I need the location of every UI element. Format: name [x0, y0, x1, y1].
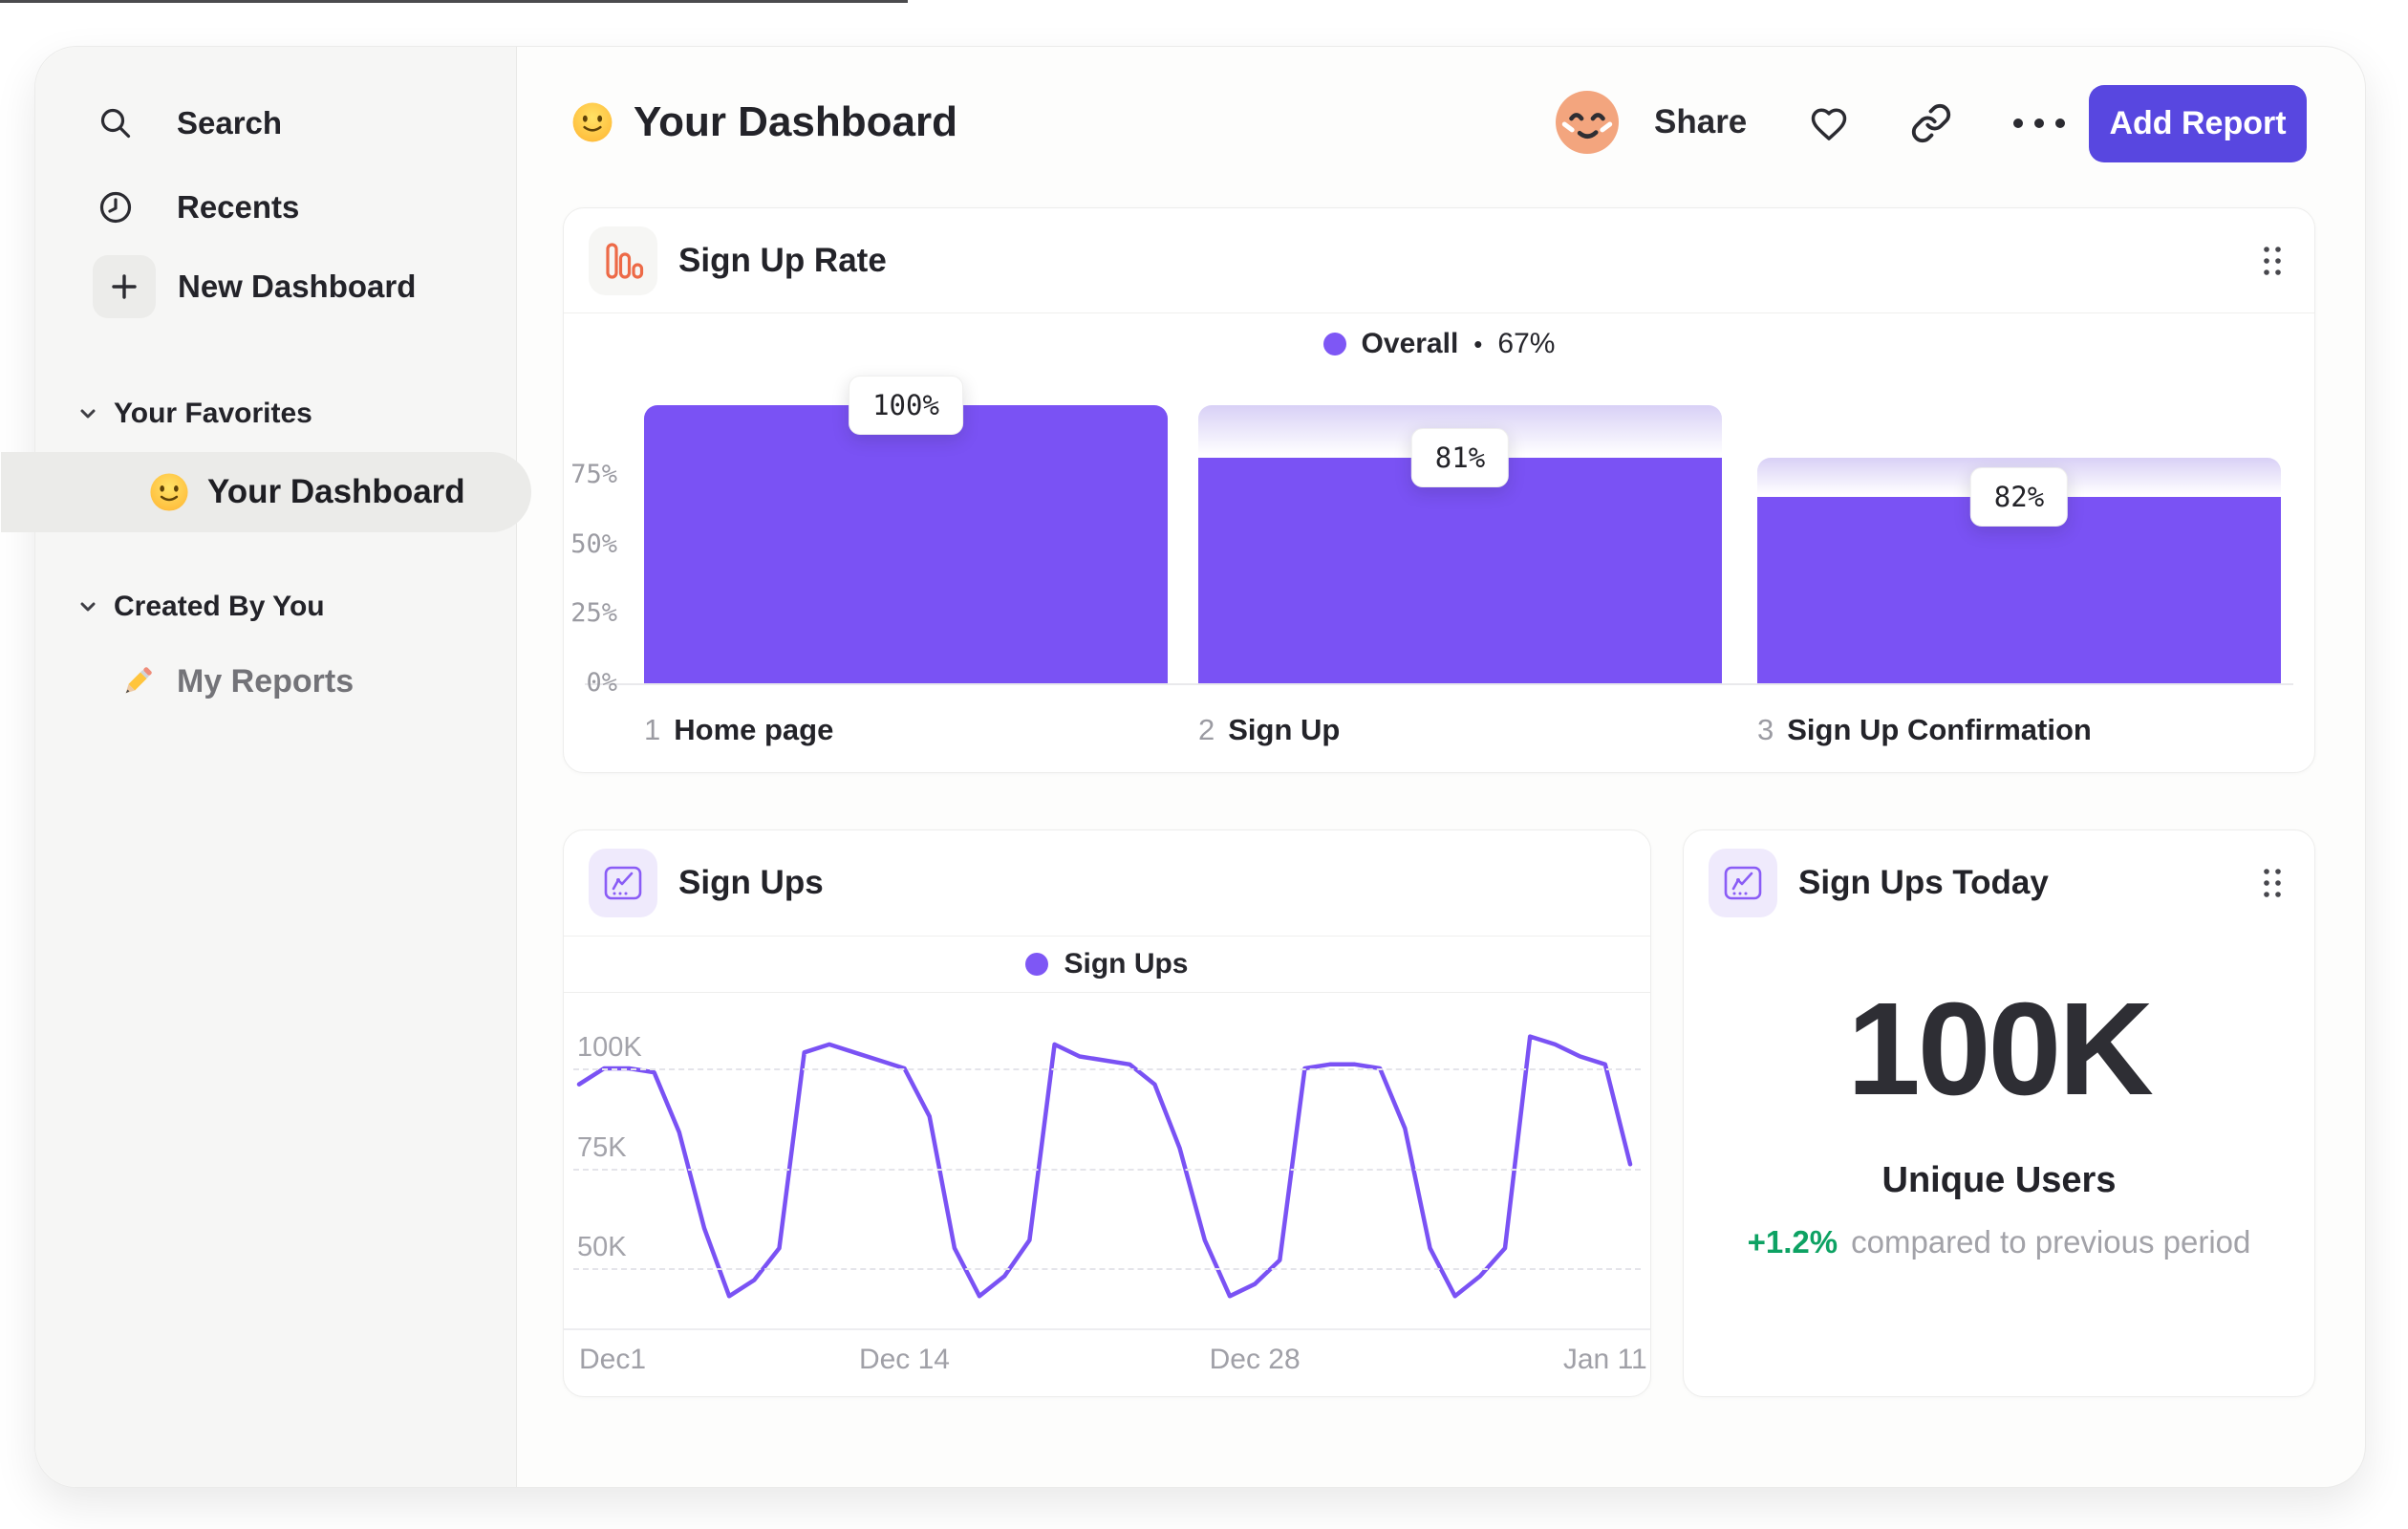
funnel-value-tooltip: 100% [849, 376, 963, 435]
sidebar-item-your-dashboard[interactable]: Your Dashboard [1, 452, 531, 532]
sidebar-item-label: My Reports [177, 662, 355, 700]
sidebar: Search Recents New Dashboard Your Favori… [1, 47, 531, 1487]
line-x-tick-label: Dec 14 [858, 1344, 950, 1375]
funnel-bar[interactable] [644, 405, 1168, 683]
funnel-x-label: 1 Home page [644, 713, 833, 747]
line-y-tick-label: 50K [577, 1232, 627, 1262]
drag-handle-icon[interactable] [2259, 865, 2286, 901]
more-options-icon[interactable] [2008, 108, 2071, 139]
card-header: Sign Ups Today [1684, 830, 2314, 936]
delta-value: +1.2% [1747, 1224, 1838, 1260]
pencil-icon [118, 661, 158, 701]
funnel-y-tick-label: 25% [570, 598, 617, 629]
sidebar-item-label: Your Dashboard [207, 473, 465, 510]
sign-ups-card: Sign Ups Sign Ups 100K 75K 50K Dec1 Dec 14 De… [563, 829, 1651, 1397]
add-report-button[interactable]: Add Report [2089, 85, 2307, 162]
line-x-tick-label: Dec1 [579, 1344, 647, 1375]
avatar[interactable] [1556, 91, 1619, 154]
line-x-tick-label: Jan 11 [1562, 1344, 1647, 1375]
funnel-y-tick-label: 0% [586, 668, 617, 698]
sidebar-section-created-by-you[interactable]: Created By You [79, 586, 325, 628]
line-chart-plot: 100K 75K 50K Dec1 Dec 14 Dec 28 Jan 11 [564, 830, 1650, 1396]
sidebar-item-label: New Dashboard [178, 269, 417, 304]
sidebar-section-your-favorites[interactable]: Your Favorites [79, 393, 312, 435]
funnel-step-number: 1 [644, 713, 661, 746]
sidebar-item-label: Recents [177, 189, 300, 225]
sidebar-section-label: Your Favorites [114, 398, 312, 429]
line-gridline [573, 1168, 1641, 1171]
funnel-step-number: 3 [1757, 713, 1774, 746]
card-title: Sign Ups Today [1798, 864, 2049, 901]
clock-icon [97, 188, 135, 226]
funnel-y-tick-label: 75% [570, 459, 617, 489]
sidebar-item-search[interactable]: Search [97, 97, 282, 150]
plus-icon [93, 255, 156, 318]
line-x-axis [564, 1328, 1650, 1330]
chevron-down-icon [79, 600, 97, 614]
sidebar-item-new-dashboard[interactable]: New Dashboard [93, 250, 416, 323]
line-y-tick-label: 75K [577, 1131, 627, 1163]
funnel-bar[interactable] [1198, 458, 1722, 683]
sidebar-item-my-reports[interactable]: My Reports [118, 655, 354, 708]
sign-ups-today-card: Sign Ups Today 100K Unique Users +1.2% c… [1683, 829, 2315, 1397]
line-chart-icon [1709, 849, 1777, 917]
sign-up-rate-card: Sign Up Rate Overall • 67% 1 Home page 2 Si… [563, 207, 2315, 773]
funnel-step-label: Sign Up [1228, 713, 1341, 746]
funnel-y-tick-label: 50% [570, 528, 617, 559]
funnel-plot: 1 Home page 2 Sign Up 3 Sign Up Confirmation 1… [564, 208, 2314, 772]
smiley-icon [148, 471, 190, 513]
funnel-value-tooltip: 82% [1969, 467, 2069, 528]
line-y-tick-label: 100K [577, 1032, 642, 1063]
share-button[interactable]: Share [1654, 100, 1747, 144]
line-gridline [573, 1068, 1641, 1070]
funnel-step-label: Home page [674, 713, 834, 746]
sidebar-item-recents[interactable]: Recents [97, 181, 299, 234]
funnel-value-tooltip: 81% [1410, 428, 1510, 488]
copy-link-icon[interactable] [1910, 102, 1952, 144]
funnel-step-number: 2 [1198, 713, 1215, 746]
line-x-tick-label: Dec 28 [1209, 1344, 1301, 1375]
screen-edge-artifact [0, 0, 908, 3]
funnel-x-label: 2 Sign Up [1198, 713, 1340, 747]
metric-delta-row: +1.2% compared to previous period [1684, 1224, 2314, 1260]
metric-value: 100K [1847, 976, 2154, 1123]
signups-line-series[interactable] [564, 993, 1650, 1328]
search-icon [97, 104, 135, 142]
funnel-x-label: 3 Sign Up Confirmation [1757, 713, 2092, 747]
delta-caption: compared to previous period [1851, 1224, 2251, 1260]
chevron-down-icon [79, 407, 97, 420]
sidebar-section-label: Created By You [114, 591, 325, 622]
funnel-step-label: Sign Up Confirmation [1787, 713, 2092, 746]
app-window: Search Recents New Dashboard Your Favori… [1, 46, 2366, 1488]
sidebar-item-label: Search [177, 105, 283, 140]
funnel-baseline-axis [585, 683, 2293, 685]
line-gridline [573, 1268, 1641, 1270]
page-title: Your Dashboard [570, 95, 957, 150]
page-title-text: Your Dashboard [634, 98, 958, 145]
metric-label: Unique Users [1881, 1160, 2117, 1200]
smiley-icon [570, 100, 614, 144]
screen: Search Recents New Dashboard Your Favori… [0, 0, 2408, 1529]
favorite-heart-icon[interactable] [1808, 102, 1850, 144]
